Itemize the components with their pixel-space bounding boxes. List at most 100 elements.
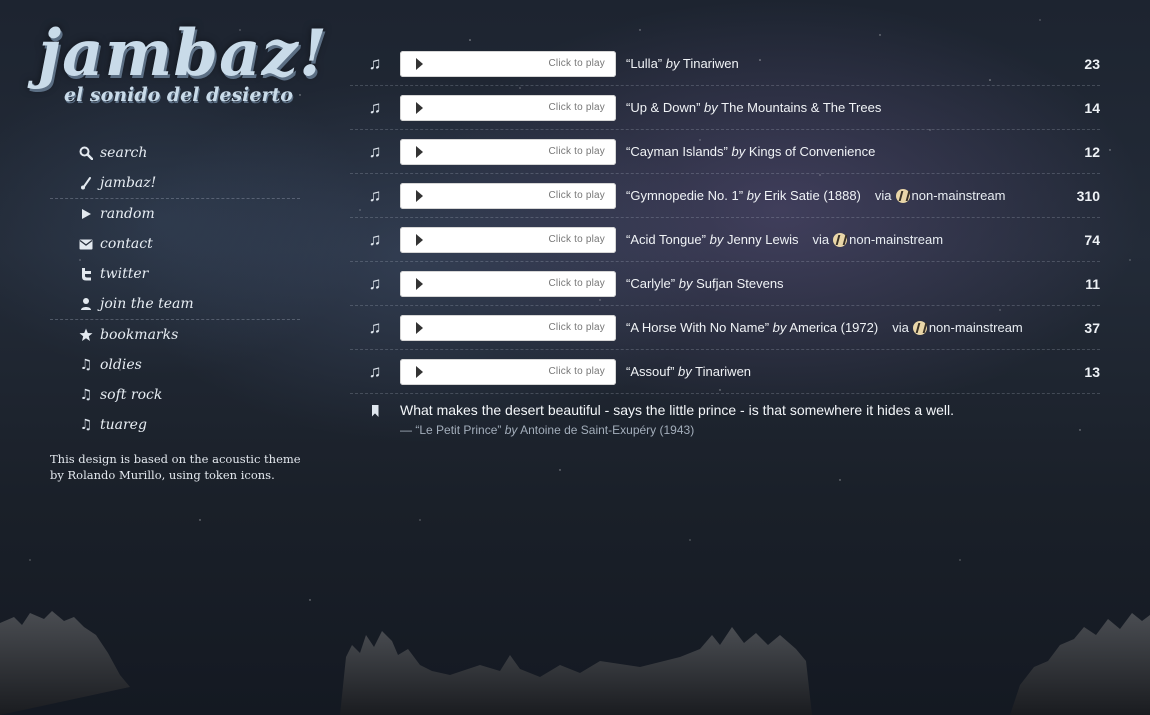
nav-label: oldies	[100, 357, 142, 373]
play-button[interactable]: Click to play	[400, 270, 616, 297]
nav-label: random	[100, 206, 155, 222]
track-row: ♫ Click to play “Acid Tongue” by Jenny Lew…	[350, 218, 1100, 262]
desert-rocks-silhouette	[0, 611, 1150, 715]
track-year: (1972)	[840, 320, 879, 335]
nav-item-contact[interactable]: contact	[50, 229, 300, 259]
site-logo[interactable]: jambaz! el sonido del desierto	[38, 16, 328, 107]
track-artist[interactable]: Erik Satie	[764, 188, 820, 203]
track-info: “Acid Tongue” by Jenny Lewis	[626, 232, 799, 247]
nav-item-search[interactable]: search	[50, 138, 300, 168]
nav-item-bookmarks[interactable]: bookmarks	[50, 320, 300, 350]
track-by: by	[772, 320, 787, 335]
track-row: ♫ Click to play “Carlyle” by Sufjan Steven…	[350, 262, 1100, 306]
nav-label: jambaz!	[100, 175, 157, 191]
music-note-icon: ♫	[79, 387, 93, 403]
track-by: by	[709, 232, 724, 247]
track-artist[interactable]: America	[789, 320, 837, 335]
track-via: via non-mainstream	[892, 320, 1023, 335]
via-label: via	[874, 188, 892, 203]
nav-item-oldies[interactable]: ♫ oldies	[50, 350, 300, 380]
quote-text: What makes the desert beautiful - says t…	[400, 402, 955, 418]
music-note-icon: ♫	[368, 53, 382, 73]
play-button[interactable]: Click to play	[400, 138, 616, 165]
play-caption: Click to play	[548, 58, 605, 69]
track-info: “Carlyle” by Sufjan Stevens	[626, 276, 784, 291]
track-title[interactable]: “Gymnopedie No. 1”	[626, 188, 743, 203]
quote-source-title: — “Le Petit Prince”	[400, 423, 502, 437]
track-row: ♫ Click to play “Cayman Islands” by Kings …	[350, 130, 1100, 174]
nav-label: tuareg	[100, 417, 147, 433]
track-info: “A Horse With No Name” by America (1972)	[626, 320, 878, 335]
play-icon	[74, 208, 98, 220]
quote-source-by: by	[504, 423, 518, 437]
non-mainstream-logo-icon	[912, 320, 927, 335]
track-by: by	[678, 276, 693, 291]
track-artist[interactable]: Jenny Lewis	[727, 232, 799, 247]
track-by: by	[746, 188, 761, 203]
sidebar-nav: search jambaz! random contact twitter jo…	[50, 138, 300, 440]
play-triangle-icon	[416, 277, 423, 290]
nav-item-twitter[interactable]: twitter	[50, 259, 300, 289]
play-button[interactable]: Click to play	[400, 94, 616, 121]
play-button[interactable]: Click to play	[400, 50, 616, 77]
play-triangle-icon	[416, 57, 423, 70]
mail-icon	[74, 239, 98, 250]
via-label: via	[812, 232, 830, 247]
music-note-icon: ♫	[368, 317, 382, 337]
track-row: ♫ Click to play “A Horse With No Name” by …	[350, 306, 1100, 350]
track-artist[interactable]: Tinariwen	[683, 56, 739, 71]
track-title[interactable]: “Lulla”	[626, 56, 662, 71]
play-triangle-icon	[416, 321, 423, 334]
track-title[interactable]: “Assouf”	[626, 364, 674, 379]
via-source[interactable]: non-mainstream	[929, 320, 1023, 335]
non-mainstream-logo-icon	[895, 188, 910, 203]
track-info: “Up & Down” by The Mountains & The Trees	[626, 100, 881, 115]
track-artist[interactable]: Sufjan Stevens	[696, 276, 783, 291]
quote-source: — “Le Petit Prince” by Antoine de Saint-…	[400, 423, 1100, 437]
track-title[interactable]: “Carlyle”	[626, 276, 675, 291]
design-credit: This design is based on the acoustic the…	[50, 452, 301, 482]
play-caption: Click to play	[548, 322, 605, 333]
logo-title: jambaz!	[38, 16, 328, 91]
via-source[interactable]: non-mainstream	[912, 188, 1006, 203]
track-title[interactable]: “Cayman Islands”	[626, 144, 728, 159]
play-caption: Click to play	[548, 366, 605, 377]
nav-label: join the team	[100, 296, 194, 312]
quote-source-author: Antoine de Saint-Exupéry (1943)	[520, 423, 695, 437]
track-info: “Lulla” by Tinariwen	[626, 56, 739, 71]
play-button[interactable]: Click to play	[400, 226, 616, 253]
via-source[interactable]: non-mainstream	[849, 232, 943, 247]
track-via: via non-mainstream	[813, 232, 944, 247]
nav-item-join-the-team[interactable]: join the team	[50, 289, 300, 319]
bookmark-icon	[350, 405, 400, 417]
music-note-icon: ♫	[368, 141, 382, 161]
play-button[interactable]: Click to play	[400, 182, 616, 209]
quote-block: What makes the desert beautiful - says t…	[350, 402, 1100, 437]
nav-item-tuareg[interactable]: ♫ tuareg	[50, 410, 300, 440]
nav-label: bookmarks	[100, 327, 179, 343]
play-button[interactable]: Click to play	[400, 314, 616, 341]
track-title[interactable]: “Acid Tongue”	[626, 232, 706, 247]
play-count: 14	[1084, 99, 1100, 116]
nav-item-jambaz[interactable]: jambaz!	[50, 168, 300, 198]
music-note-icon: ♫	[79, 357, 93, 373]
track-title[interactable]: “A Horse With No Name”	[626, 320, 769, 335]
play-button[interactable]: Click to play	[400, 358, 616, 385]
twitter-icon	[74, 267, 98, 281]
user-icon	[74, 297, 98, 311]
nav-item-random[interactable]: random	[50, 199, 300, 229]
track-artist[interactable]: The Mountains & The Trees	[721, 100, 881, 115]
track-row: ♫ Click to play “Lulla” by Tinariwen 23	[350, 42, 1100, 86]
play-caption: Click to play	[548, 190, 605, 201]
track-title[interactable]: “Up & Down”	[626, 100, 700, 115]
play-caption: Click to play	[548, 146, 605, 157]
search-icon	[74, 146, 98, 160]
track-artist[interactable]: Tinariwen	[695, 364, 751, 379]
play-count: 11	[1085, 275, 1100, 292]
track-artist[interactable]: Kings of Convenience	[749, 144, 875, 159]
play-triangle-icon	[416, 145, 423, 158]
play-count: 74	[1084, 231, 1100, 248]
music-note-icon: ♫	[368, 273, 382, 293]
nav-item-soft-rock[interactable]: ♫ soft rock	[50, 380, 300, 410]
track-info: “Cayman Islands” by Kings of Convenience	[626, 144, 875, 159]
